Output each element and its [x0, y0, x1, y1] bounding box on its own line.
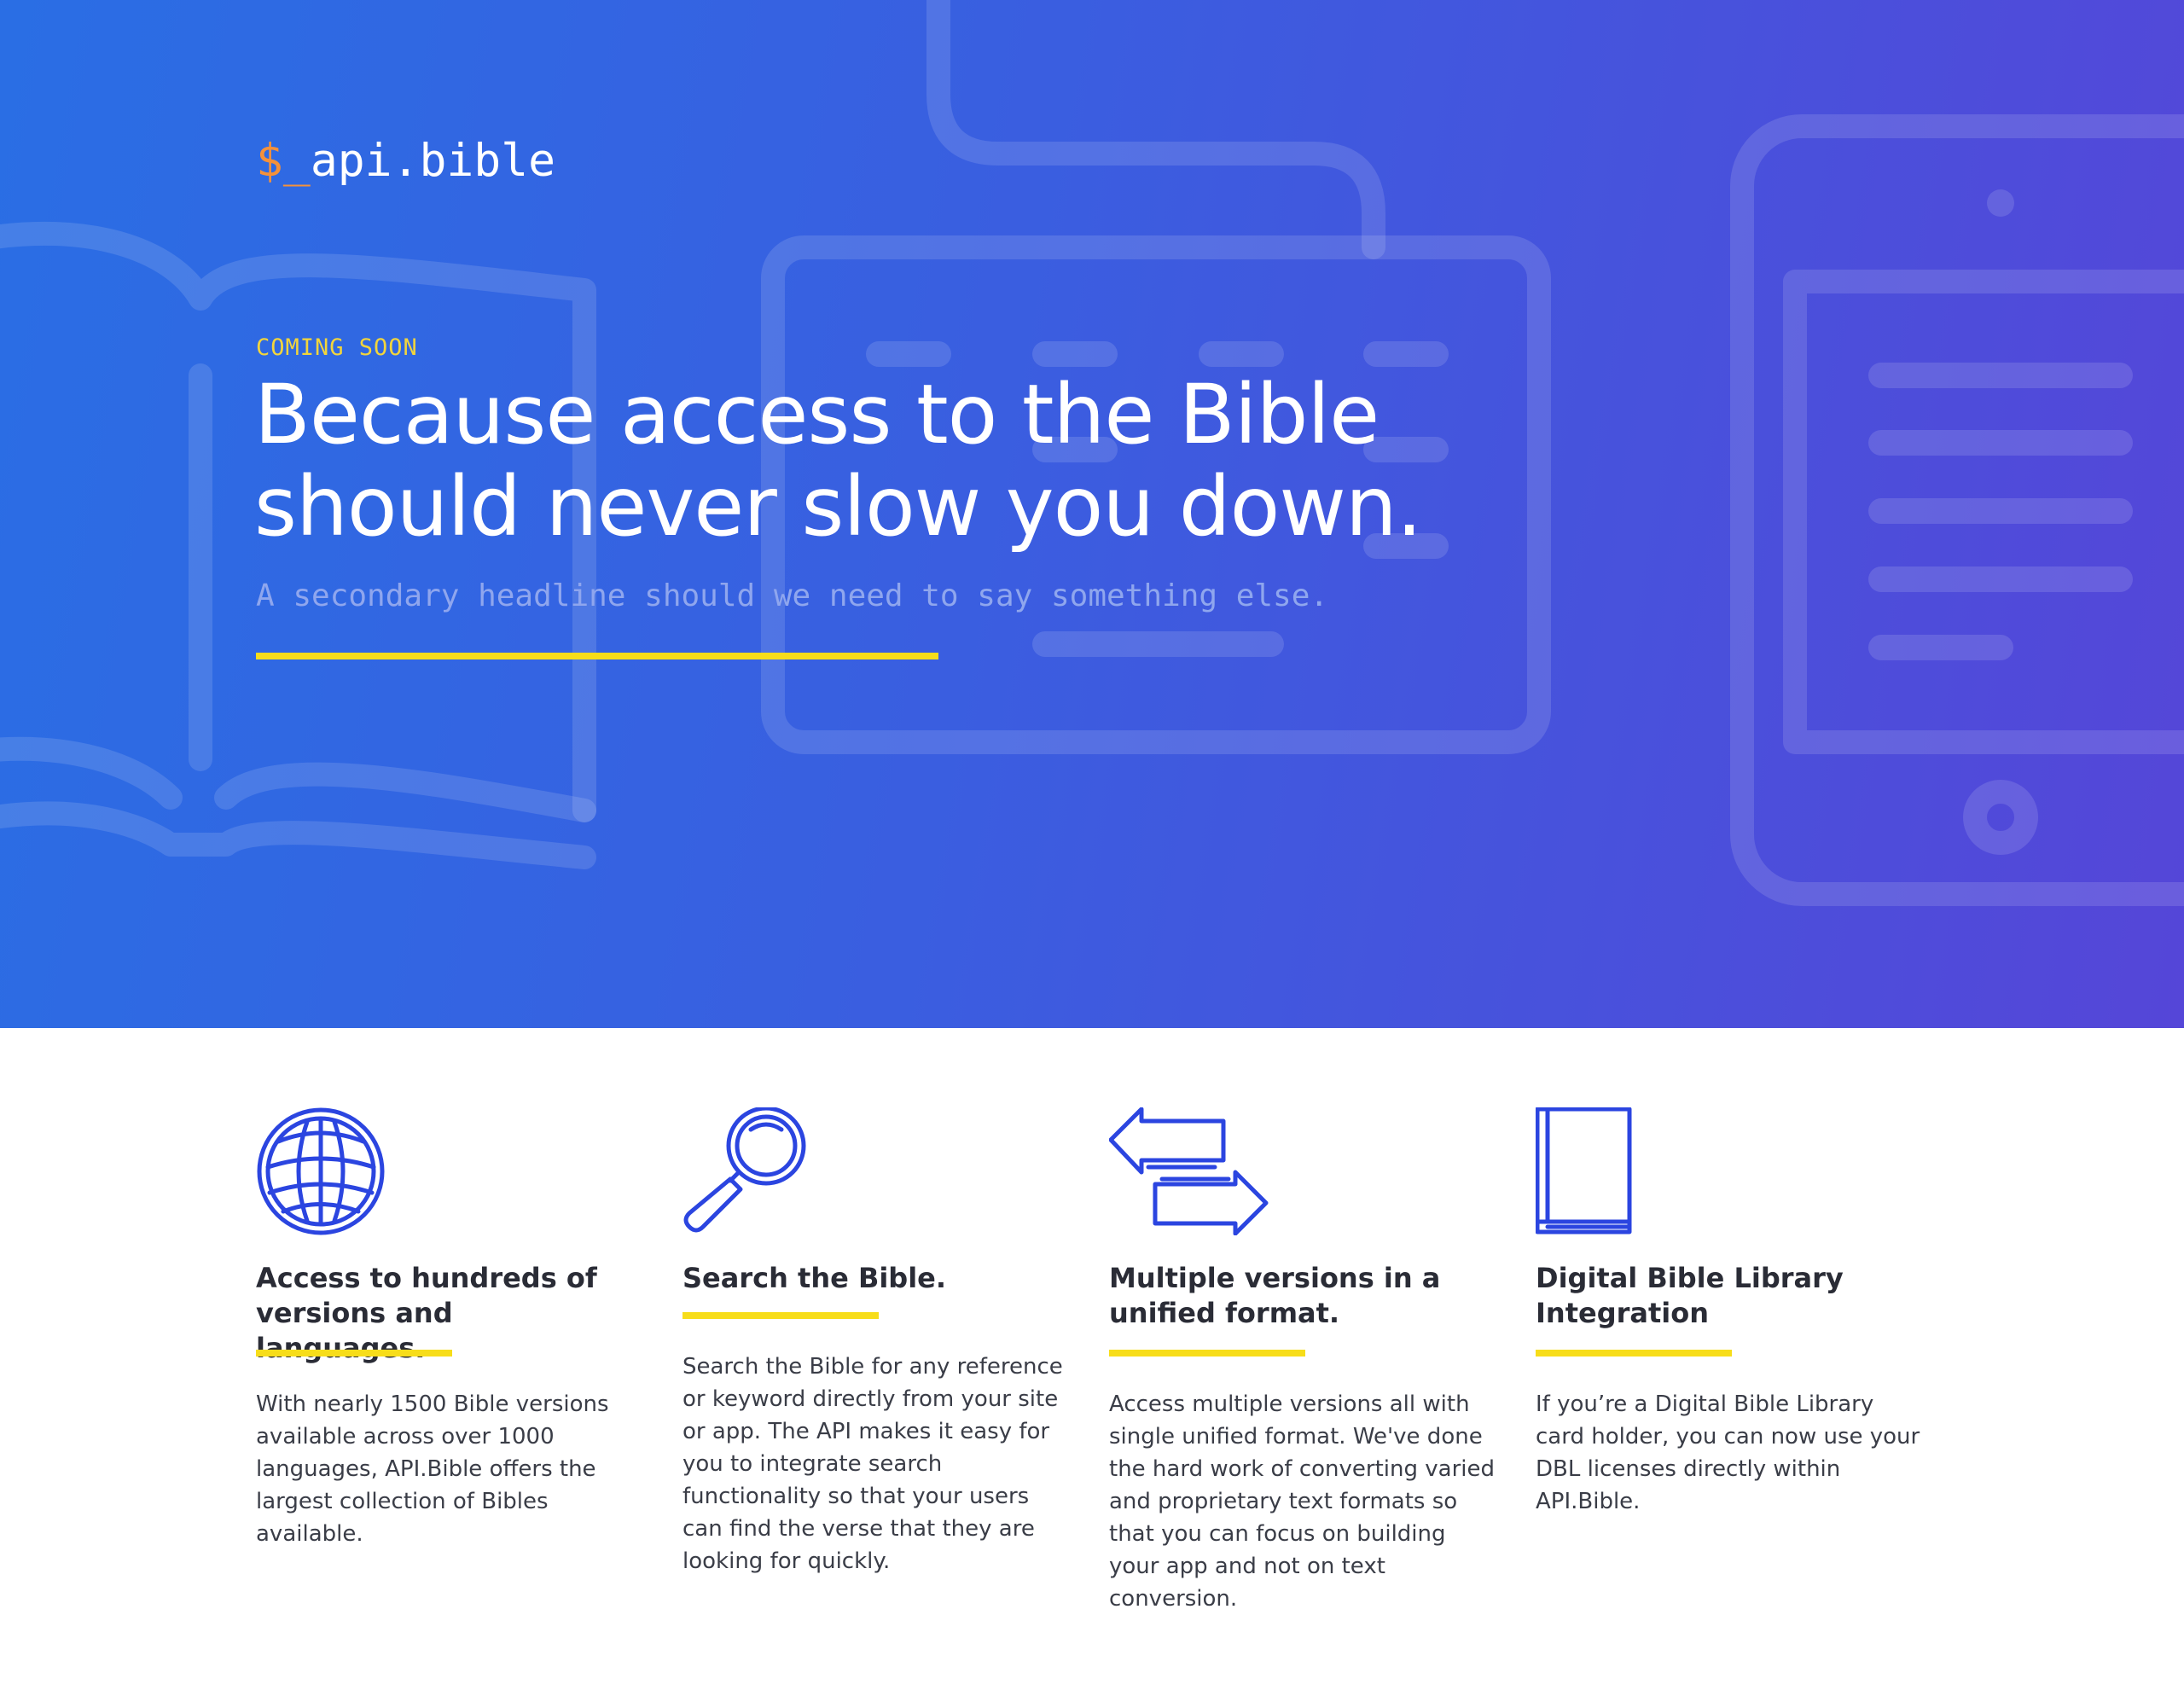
swap-arrows-icon — [1109, 1107, 1269, 1235]
logo-text: api.bible — [310, 135, 556, 187]
magnifying-glass-icon — [683, 1107, 806, 1233]
feature-title: Digital Bible Library Integration — [1536, 1262, 1844, 1329]
logo[interactable]: $_api.bible — [256, 135, 555, 187]
hero-subheadline: A secondary headline should we need to s… — [256, 578, 1329, 613]
feature-divider — [682, 1312, 879, 1319]
feature-description: With nearly 1500 Bible versions availabl… — [256, 1391, 609, 1547]
hero-divider — [256, 653, 938, 659]
coming-soon-label: COMING SOON — [256, 334, 418, 361]
feature-title: Multiple versions in a unified format. — [1109, 1262, 1441, 1329]
book-icon — [1536, 1107, 1632, 1235]
hero-headline: Because access to the Bible should never… — [254, 367, 1422, 555]
feature-description: If you’re a Digital Bible Library card h… — [1536, 1391, 1920, 1514]
feature-divider — [1536, 1350, 1732, 1357]
feature-title: Search the Bible. — [682, 1262, 947, 1294]
hero-section: $_api.bible COMING SOON Because access t… — [0, 0, 2184, 1028]
feature-divider — [256, 1350, 452, 1357]
feature-divider — [1109, 1350, 1305, 1357]
feature-description: Access multiple versions all with single… — [1109, 1391, 1496, 1612]
logo-prompt: $_ — [256, 135, 311, 187]
feature-description: Search the Bible for any reference or ke… — [682, 1354, 1063, 1574]
globe-icon — [257, 1107, 385, 1235]
